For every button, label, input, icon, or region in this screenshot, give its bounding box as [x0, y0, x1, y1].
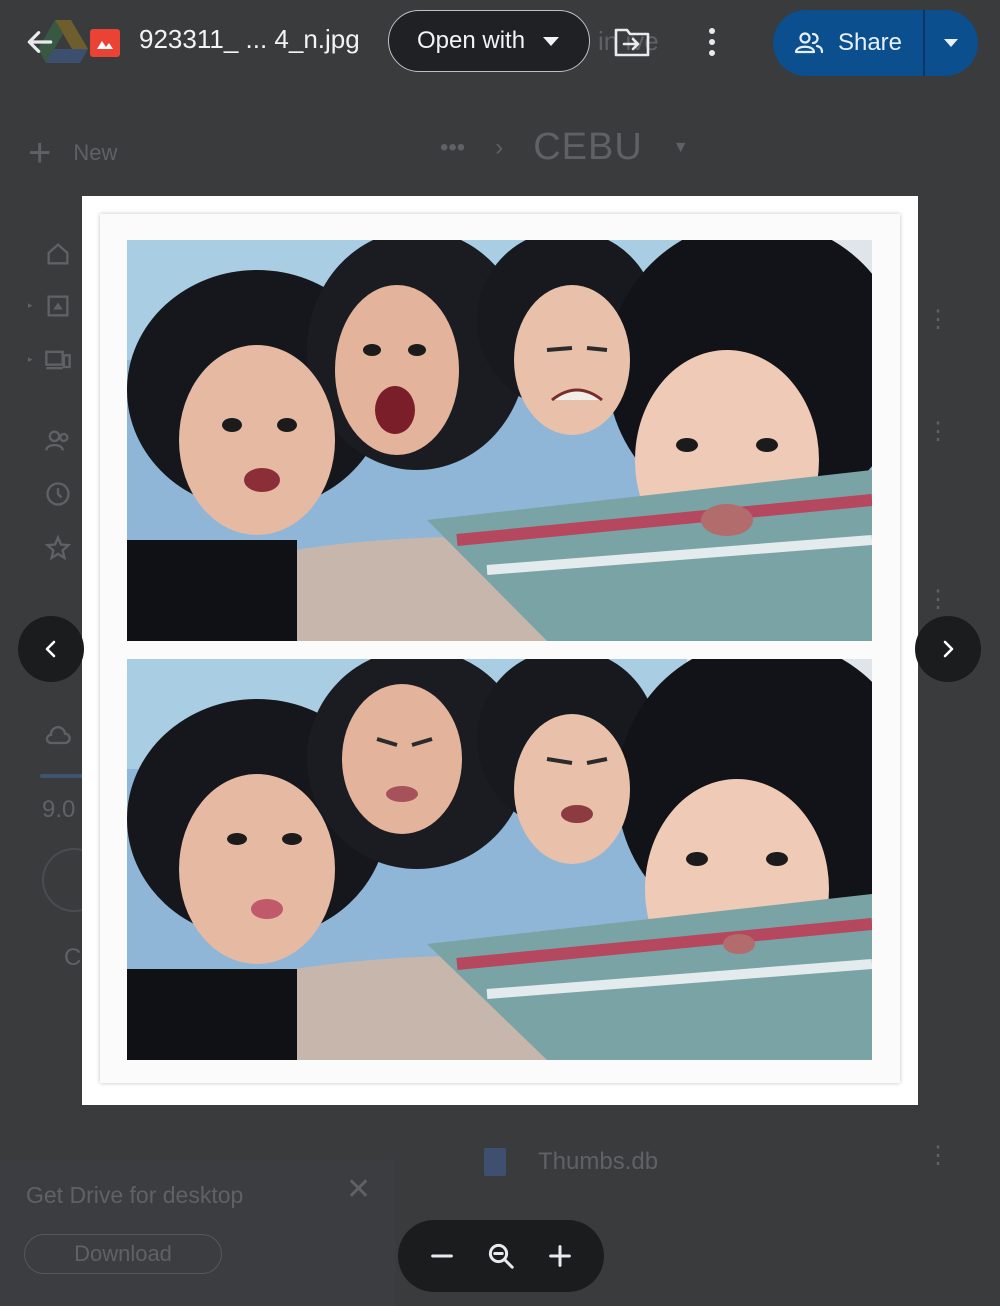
open-with-label: Open with	[417, 27, 526, 54]
previous-image-button[interactable]	[18, 616, 84, 682]
dropdown-arrow-icon	[543, 36, 560, 46]
next-image-button[interactable]	[915, 616, 981, 682]
minus-icon	[430, 1254, 453, 1258]
chevron-left-icon	[45, 640, 56, 658]
share-button[interactable]: Share	[773, 10, 923, 76]
zoom-controls	[398, 1220, 604, 1292]
breadcrumb: ••• › CEBU ▼	[440, 126, 689, 169]
more-options-icon[interactable]	[700, 22, 724, 62]
image-file-icon	[90, 29, 120, 57]
expand-caret[interactable]: ▸	[28, 300, 34, 310]
plus-icon: +	[28, 131, 52, 175]
chevron-down-icon[interactable]: ▼	[673, 139, 689, 157]
new-label: New	[73, 140, 118, 165]
people-icon	[794, 32, 824, 54]
file-row[interactable]: Thumbs.db	[484, 1148, 658, 1176]
star-icon[interactable]	[42, 532, 74, 564]
photo-bottom-panel	[127, 659, 872, 1060]
row-more-icon[interactable]: ⋮	[926, 420, 950, 444]
my-drive-icon[interactable]	[42, 290, 74, 322]
recent-icon[interactable]	[42, 478, 74, 510]
row-more-icon[interactable]: ⋮	[926, 588, 950, 612]
shared-icon[interactable]	[42, 425, 74, 457]
storage-link[interactable]: C	[64, 944, 81, 972]
photo-top-panel	[127, 240, 872, 641]
new-button[interactable]: + New	[28, 128, 168, 178]
close-icon[interactable]: ✕	[346, 1172, 371, 1207]
storage-bar	[40, 774, 84, 778]
move-to-folder-icon[interactable]	[612, 24, 652, 60]
breadcrumb-separator: ›	[495, 133, 504, 161]
share-dropdown-button[interactable]	[925, 10, 979, 76]
storage-text: 9.0	[42, 796, 76, 823]
breadcrumb-more[interactable]: •••	[440, 134, 465, 162]
folder-title[interactable]: CEBU	[533, 126, 643, 169]
row-more-icon[interactable]: ⋮	[926, 308, 950, 332]
zoom-out-button[interactable]	[420, 1234, 464, 1278]
home-icon[interactable]	[42, 238, 74, 270]
zoom-button[interactable]	[479, 1234, 523, 1278]
zoom-in-button[interactable]	[538, 1234, 582, 1278]
computers-icon[interactable]	[42, 344, 74, 376]
open-with-button[interactable]: Open with	[388, 10, 590, 72]
file-name-title: 923311_ ... 4_n.jpg	[139, 24, 360, 54]
share-label: Share	[837, 29, 903, 56]
plus-icon	[549, 1245, 572, 1267]
file-icon	[484, 1148, 506, 1176]
download-button[interactable]: Download	[24, 1234, 222, 1274]
expand-caret[interactable]: ▸	[28, 354, 34, 364]
dropdown-arrow-icon	[944, 39, 959, 47]
back-button[interactable]	[22, 24, 58, 60]
chevron-right-icon	[943, 640, 954, 658]
viewer-toolbar: 923311_ ... 4_n.jpg Open with in ive Sha…	[0, 0, 1000, 90]
share-button-group: Share	[773, 10, 978, 76]
file-name: Thumbs.db	[538, 1148, 659, 1175]
storage-icon[interactable]	[42, 720, 74, 752]
desktop-promo-title: Get Drive for desktop	[26, 1182, 244, 1208]
row-more-icon[interactable]: ⋮	[926, 1144, 950, 1168]
arrow-left-icon	[27, 31, 53, 53]
magnifier-icon	[488, 1243, 514, 1269]
